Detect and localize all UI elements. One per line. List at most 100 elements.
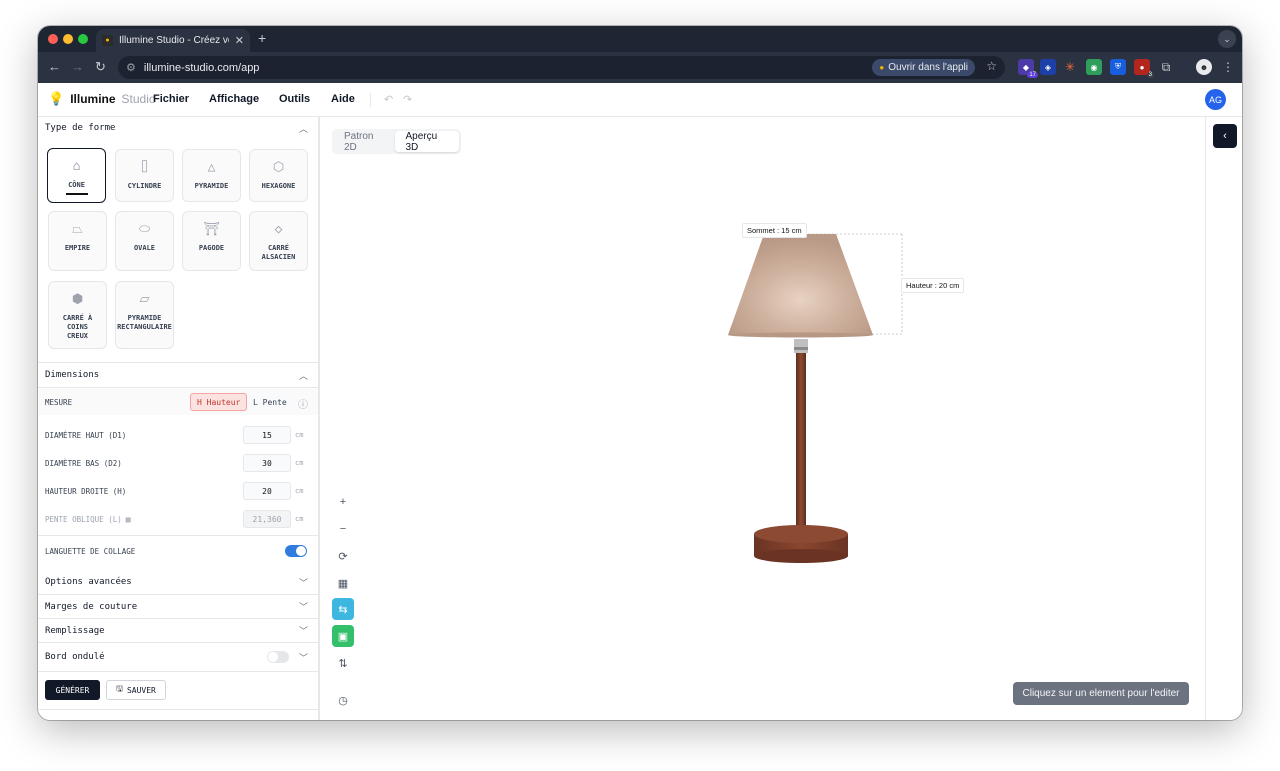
chevron-down-icon: ﹀ xyxy=(298,578,308,589)
redo-icon[interactable]: ↷ xyxy=(403,93,412,106)
top-diameter-label[interactable]: Sommet : 15 cm xyxy=(742,223,807,238)
reload-icon[interactable]: ↻ xyxy=(95,59,106,75)
address-bar: ← → ↻ ⚙ illumine-studio.com/app ● Ouvrir… xyxy=(38,52,1242,83)
shape-card-cylindre[interactable]: ⌷ CYLINDRE xyxy=(115,149,174,202)
maximize-window-button[interactable] xyxy=(78,34,88,44)
undo-icon[interactable]: ↶ xyxy=(384,93,393,106)
new-tab-icon[interactable]: + xyxy=(258,30,266,46)
glue-tab-row: LANGUETTE DE COLLAGE xyxy=(45,546,136,556)
lampshade xyxy=(728,234,873,335)
pyramid-shape-icon: △ xyxy=(207,160,216,175)
tab-strip: ● Illumine Studio - Créez vos abat-jours… xyxy=(38,26,1242,52)
chevron-up-icon: ︿ xyxy=(298,371,308,382)
accordion-remplissage[interactable]: Remplissage ﹀ xyxy=(38,619,318,642)
empire-shape-icon: ⏢ xyxy=(72,222,83,237)
diameter-bottom-input[interactable]: 30 xyxy=(243,454,291,472)
dimensions-toggle-icon[interactable]: ⇆ xyxy=(332,598,354,620)
browser-window: ● Illumine Studio - Créez vos abat-jours… xyxy=(38,26,1242,720)
viewport-3d[interactable]: Patron 2D Aperçu 3D Sommet: 15 cm Haute… xyxy=(320,117,1205,720)
shape-card-ovale[interactable]: ⬭ OVALE xyxy=(115,211,174,271)
tab-title: Illumine Studio - Créez vos abat-jours xyxy=(119,35,229,46)
rect-pyramid-shape-icon: ⏥ xyxy=(139,292,150,307)
bookmark-star-icon[interactable]: ☆ xyxy=(986,59,997,73)
chevron-up-icon: ︿ xyxy=(298,124,308,135)
close-tab-icon[interactable]: ✕ xyxy=(235,34,244,47)
extension-spark-icon[interactable]: ✳ xyxy=(1062,59,1078,75)
history-icon[interactable]: ◷ xyxy=(332,689,354,711)
section-divider xyxy=(38,709,318,710)
shape-card-hexagone[interactable]: ⬡ HEXAGONE xyxy=(249,149,308,202)
lamp-socket xyxy=(794,339,808,353)
pagoda-shape-icon: ⛩ xyxy=(203,222,220,237)
generate-button[interactable]: GÉNÉRER xyxy=(45,680,100,700)
avatar[interactable]: AG xyxy=(1205,89,1226,110)
height-label[interactable]: Hauteur : 20 cm xyxy=(901,278,965,293)
extension-bitwarden-icon[interactable]: ⛨ xyxy=(1110,59,1126,75)
forward-icon[interactable]: → xyxy=(71,59,84,74)
extension-green-icon[interactable]: ◉ xyxy=(1086,59,1102,75)
right-rail: ‹ xyxy=(1205,117,1242,720)
square-shape-icon: ◇ xyxy=(274,222,283,237)
extension-shield-icon[interactable]: ◈ xyxy=(1040,59,1056,75)
app-favicon-icon: ● xyxy=(879,63,885,72)
menu-outils[interactable]: Outils xyxy=(279,93,310,105)
calculator-icon: ▦ xyxy=(125,514,131,524)
cube-shape-icon: ⬢ xyxy=(71,292,84,307)
dimensions-header[interactable]: Dimensions ︿ xyxy=(38,363,318,387)
extensions-puzzle-icon[interactable]: ⧉ xyxy=(1158,59,1174,75)
height-input[interactable]: 20 xyxy=(243,482,291,500)
accordion-options-avancees[interactable]: Options avancées ﹀ xyxy=(38,570,318,594)
accordion-marges-couture[interactable]: Marges de couture ﹀ xyxy=(38,595,318,618)
swap-icon[interactable]: ⇅ xyxy=(332,652,354,674)
cylinder-shape-icon: ⌷ xyxy=(140,160,149,175)
shape-type-header[interactable]: Type de forme ︿ xyxy=(38,117,318,139)
zoom-out-icon[interactable]: − xyxy=(332,518,354,540)
menu-aide[interactable]: Aide xyxy=(331,93,355,105)
shape-card-pyramide[interactable]: △ PYRAMIDE xyxy=(182,149,241,202)
browser-menu-icon[interactable]: ⋮ xyxy=(1220,59,1236,75)
selected-underline xyxy=(65,193,88,195)
section-divider xyxy=(38,671,318,672)
menu-affichage[interactable]: Affichage xyxy=(209,93,259,105)
shape-card-empire[interactable]: ⏢ EMPIRE xyxy=(48,211,107,271)
chevron-down-icon: ﹀ xyxy=(298,627,308,637)
diameter-top-input[interactable]: 15 xyxy=(243,426,291,444)
extension-purple-icon[interactable]: ◆ 17 xyxy=(1018,59,1038,78)
image-toggle-icon[interactable]: ▣ xyxy=(332,625,354,647)
close-window-button[interactable] xyxy=(48,34,58,44)
slope-readonly-value: 21,360 xyxy=(243,510,291,528)
shape-card-pyramide-rectangulaire[interactable]: ⏥ PYRAMIDE RECTANGULAIRE xyxy=(115,281,174,349)
measure-slope-option[interactable]: L Pente xyxy=(247,393,293,411)
minimize-window-button[interactable] xyxy=(63,34,73,44)
measure-height-option[interactable]: H Hauteur xyxy=(190,393,248,411)
tab-search-chevron-icon[interactable]: ⌄ xyxy=(1218,30,1236,48)
shape-card-carre-alsacien[interactable]: ◇ CARRÉ ALSACIEN xyxy=(249,211,308,271)
bulb-favicon-icon: ● xyxy=(102,35,113,46)
shape-card-pagode[interactable]: ⛩ PAGODE xyxy=(182,211,241,271)
menu-fichier[interactable]: Fichier xyxy=(153,93,189,105)
browser-tab[interactable]: ● Illumine Studio - Créez vos abat-jours… xyxy=(96,29,250,52)
wavy-edge-toggle[interactable] xyxy=(267,651,289,663)
open-in-app-button[interactable]: ● Ouvrir dans l'appli xyxy=(872,59,975,76)
shape-card-carre-coins-creux[interactable]: ⬢ CARRÉ À COINS CREUX xyxy=(48,281,107,349)
left-panel: Type de forme ︿ ⌂ CÔNE ⌷ CYLINDRE △ PYRA… xyxy=(38,117,320,720)
zoom-in-icon[interactable]: + xyxy=(332,491,354,513)
section-divider xyxy=(38,535,318,536)
profile-icon[interactable]: ☻ xyxy=(1196,59,1212,75)
reset-view-icon[interactable]: ⟳ xyxy=(332,545,354,567)
edit-hint-tooltip: Cliquez sur un element pour l'editer xyxy=(1013,682,1189,705)
oval-shape-icon: ⬭ xyxy=(138,222,151,237)
hexagon-shape-icon: ⬡ xyxy=(272,160,285,175)
extension-red-icon[interactable]: ● 3 xyxy=(1134,59,1154,78)
app-logo[interactable]: 💡 Illumine Studio xyxy=(48,91,156,107)
back-icon[interactable]: ← xyxy=(48,59,61,74)
lamp-3d-render[interactable] xyxy=(320,117,1205,720)
site-settings-icon[interactable]: ⚙ xyxy=(126,61,136,74)
shape-card-cone[interactable]: ⌂ CÔNE xyxy=(47,148,106,203)
grid-icon[interactable]: ▦ xyxy=(332,572,354,594)
glue-tab-toggle[interactable] xyxy=(285,545,307,557)
url-input[interactable]: ⚙ illumine-studio.com/app ● Ouvrir dans … xyxy=(118,56,1005,79)
save-button[interactable]: 🖫 SAUVER xyxy=(106,680,166,700)
chevron-left-icon[interactable]: ‹ xyxy=(1213,124,1237,148)
help-circle-icon[interactable]: ⓘ xyxy=(298,396,308,411)
